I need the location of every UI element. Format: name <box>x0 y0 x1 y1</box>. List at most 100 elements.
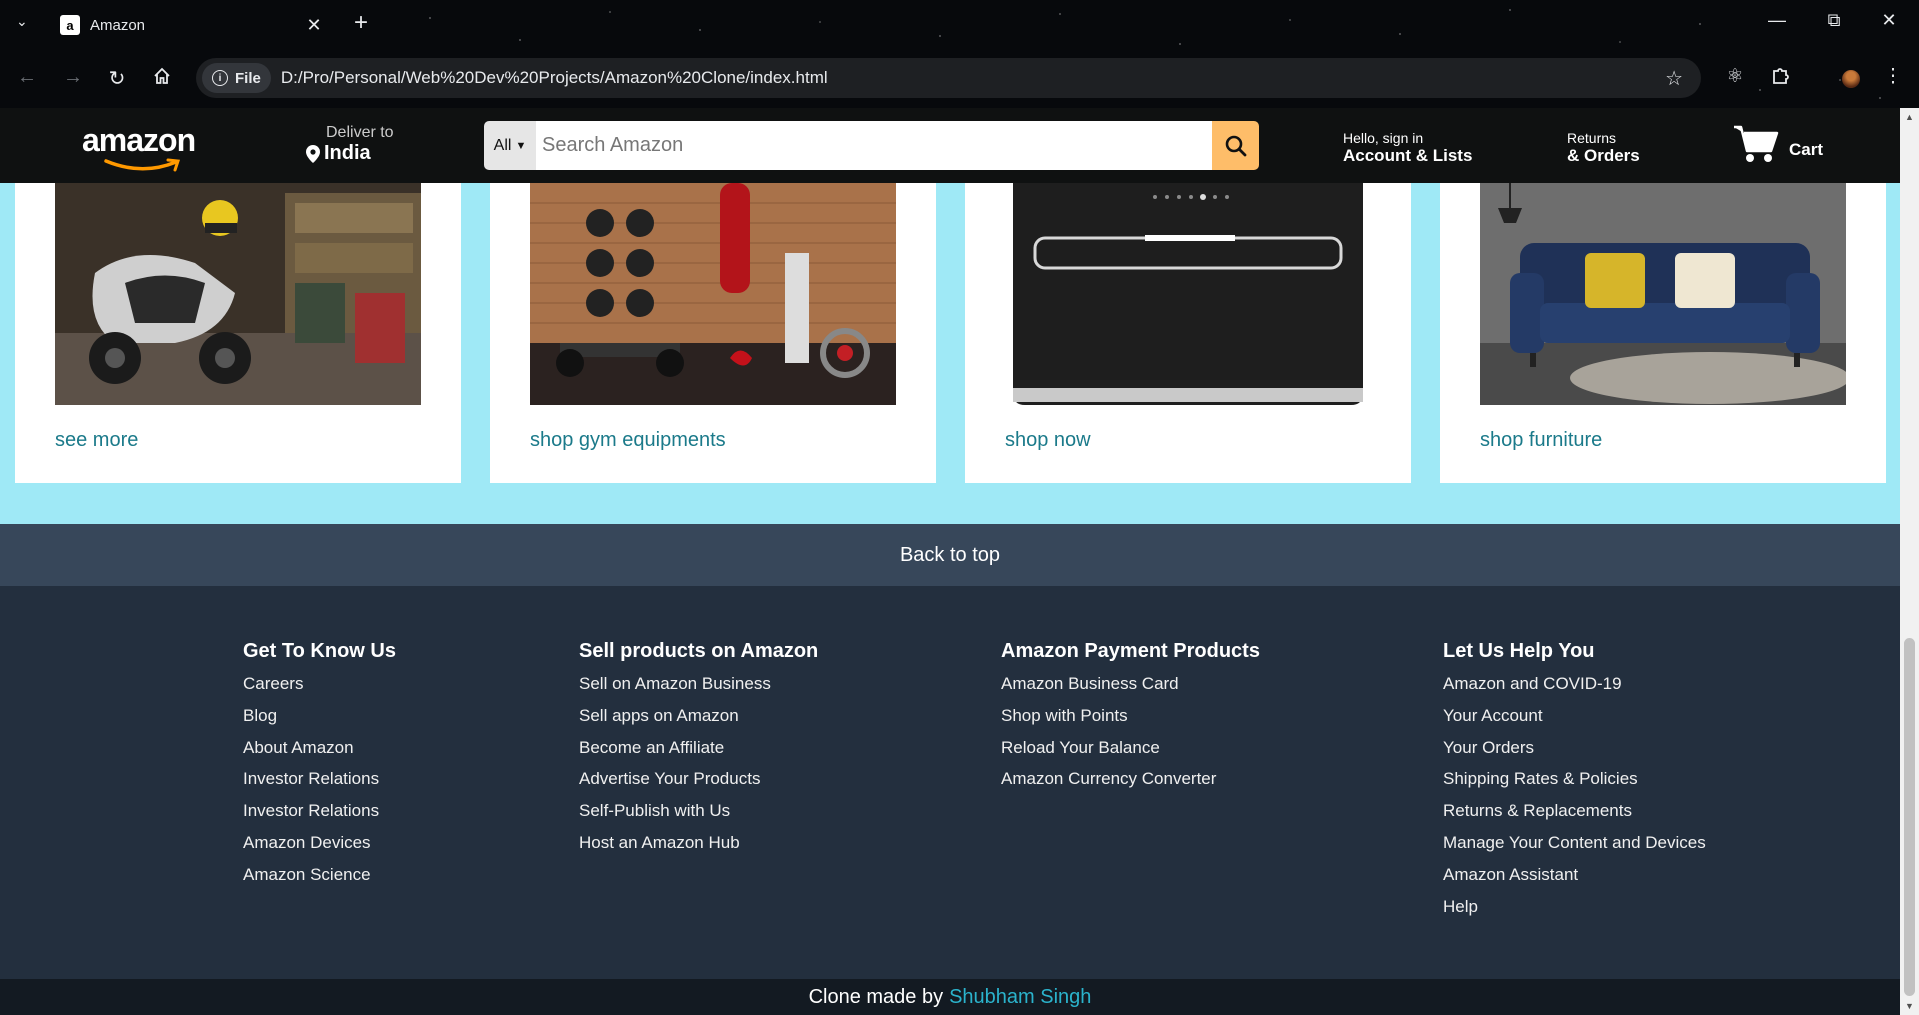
footer-link[interactable]: Your Account <box>1443 706 1706 738</box>
site-info-label: File <box>235 69 261 87</box>
browser-chrome: ⌄ a Amazon ✕ + — ⧉ ✕ ← → ↻ i File D:/Pro… <box>0 0 1919 108</box>
returns-orders[interactable]: Returns & Orders <box>1567 130 1640 166</box>
footer-link[interactable]: Blog <box>243 706 396 738</box>
footer-link[interactable]: Your Orders <box>1443 738 1706 770</box>
footer-link[interactable]: Amazon and COVID-19 <box>1443 674 1706 706</box>
footer-link[interactable]: Sell apps on Amazon <box>579 706 818 738</box>
card-link[interactable]: shop furniture <box>1480 429 1602 452</box>
back-to-top-button[interactable]: Back to top <box>0 524 1900 586</box>
deliver-label: Deliver to <box>326 124 394 141</box>
url-text[interactable]: D:/Pro/Personal/Web%20Dev%20Projects/Ama… <box>281 68 1665 88</box>
footer-link[interactable]: Shop with Points <box>1001 706 1260 738</box>
footer-link[interactable]: Become an Affiliate <box>579 738 818 770</box>
scroll-down-arrow-icon[interactable]: ▼ <box>1905 1001 1914 1011</box>
deliver-location: India <box>324 142 371 164</box>
tab-title: Amazon <box>90 16 146 34</box>
orders-label: & Orders <box>1567 146 1640 165</box>
new-tab-plus-icon[interactable]: + <box>354 9 368 37</box>
address-bar[interactable]: i File D:/Pro/Personal/Web%20Dev%20Proje… <box>196 58 1701 98</box>
profile-avatar[interactable] <box>1842 70 1860 88</box>
deliver-to[interactable]: Deliver to India <box>306 124 394 165</box>
account-greeting: Hello, sign in <box>1343 130 1424 146</box>
footer-link[interactable]: Careers <box>243 674 396 706</box>
product-card-ev: see more <box>15 183 461 483</box>
browser-menu-icon[interactable]: ⋮ <box>1878 65 1908 88</box>
forward-arrow-icon[interactable]: → <box>58 66 88 89</box>
footer: Get To Know Us Careers Blog About Amazon… <box>0 586 1900 979</box>
search-bar: All ▼ <box>484 121 1259 170</box>
extensions-puzzle-icon[interactable] <box>1766 65 1796 91</box>
react-devtools-icon[interactable]: ⚛ <box>1720 65 1750 88</box>
product-card-gym: shop gym equipments <box>490 183 936 483</box>
tab-search-chevron-icon[interactable]: ⌄ <box>16 13 28 30</box>
footer-link[interactable]: Reload Your Balance <box>1001 738 1260 770</box>
footer-column-sell-products: Sell products on Amazon Sell on Amazon B… <box>579 640 818 865</box>
amazon-favicon-icon: a <box>60 15 80 35</box>
footer-link[interactable]: About Amazon <box>243 738 396 770</box>
card-link[interactable]: shop gym equipments <box>530 429 726 452</box>
account-label: Account & Lists <box>1343 146 1473 165</box>
product-card-chimney: shop now <box>965 183 1411 483</box>
scroll-up-arrow-icon[interactable]: ▲ <box>1905 112 1914 122</box>
amazon-logo[interactable]: amazon <box>82 122 196 172</box>
reload-icon[interactable]: ↻ <box>102 66 132 91</box>
footer-link[interactable]: Self-Publish with Us <box>579 801 818 833</box>
search-input[interactable] <box>536 121 1212 170</box>
back-to-top-label: Back to top <box>899 543 1001 566</box>
credit-prefix: Clone made by <box>808 985 944 1008</box>
footer-column-help: Let Us Help You Amazon and COVID-19 Your… <box>1443 640 1706 928</box>
page-viewport: amazon Deliver to India All ▼ Search Ama… <box>0 108 1900 1015</box>
electric-scooter-image[interactable] <box>55 183 421 405</box>
toolbar: ← → ↻ i File D:/Pro/Personal/Web%20Dev%2… <box>0 56 1919 102</box>
footer-link[interactable]: Amazon Currency Converter <box>1001 769 1260 801</box>
footer-link[interactable]: Help <box>1443 897 1706 929</box>
cart-icon <box>1734 125 1779 162</box>
browser-tab[interactable]: a Amazon ✕ <box>48 8 338 42</box>
back-arrow-icon[interactable]: ← <box>12 66 42 89</box>
tab-close-icon[interactable]: ✕ <box>302 15 326 36</box>
search-button[interactable] <box>1212 121 1259 170</box>
footer-heading: Let Us Help You <box>1443 640 1595 662</box>
card-link[interactable]: see more <box>55 429 138 452</box>
bookmark-star-icon[interactable]: ☆ <box>1665 66 1683 91</box>
sofa-furniture-image[interactable] <box>1480 183 1846 405</box>
footer-link[interactable]: Shipping Rates & Policies <box>1443 769 1706 801</box>
credit-bar: Clone made by Shubham Singh <box>0 979 1900 1015</box>
search-icon <box>1225 135 1246 156</box>
credit-author-link[interactable]: Shubham Singh <box>949 986 1091 1009</box>
footer-link[interactable]: Manage Your Content and Devices <box>1443 833 1706 865</box>
page-scrollbar[interactable]: ▲ ▼ <box>1900 108 1919 1015</box>
footer-heading: Get To Know Us <box>243 640 396 662</box>
cart-button[interactable]: Cart <box>1733 124 1823 164</box>
logo-smile-icon <box>104 158 181 172</box>
window-close-icon[interactable]: ✕ <box>1866 10 1912 31</box>
product-card-furniture: shop furniture <box>1440 183 1886 483</box>
footer-link[interactable]: Investor Relations <box>243 801 396 833</box>
footer-heading: Sell products on Amazon <box>579 640 819 662</box>
account-lists[interactable]: Hello, sign in Account & Lists <box>1343 130 1472 166</box>
footer-link[interactable]: Host an Amazon Hub <box>579 833 818 865</box>
location-pin-icon <box>306 144 320 163</box>
scrollbar-thumb[interactable] <box>1904 638 1915 996</box>
minimize-icon[interactable]: — <box>1754 10 1800 31</box>
card-link[interactable]: shop now <box>1005 429 1091 452</box>
home-icon[interactable] <box>147 66 177 92</box>
footer-link[interactable]: Sell on Amazon Business <box>579 674 818 706</box>
kitchen-chimney-image[interactable] <box>1005 183 1371 405</box>
cart-label: Cart <box>1789 140 1824 159</box>
footer-link[interactable]: Amazon Business Card <box>1001 674 1260 706</box>
chevron-down-icon: ▼ <box>515 139 527 152</box>
footer-link[interactable]: Returns & Replacements <box>1443 801 1706 833</box>
footer-link[interactable]: Amazon Assistant <box>1443 865 1706 897</box>
footer-link[interactable]: Advertise Your Products <box>579 769 818 801</box>
returns-label: Returns <box>1567 130 1617 146</box>
restore-icon[interactable]: ⧉ <box>1811 10 1857 31</box>
gym-equipment-image[interactable] <box>530 183 896 405</box>
footer-heading: Amazon Payment Products <box>1001 640 1260 662</box>
search-category-select[interactable]: All ▼ <box>484 121 536 170</box>
footer-link[interactable]: Investor Relations <box>243 769 396 801</box>
footer-link[interactable]: Amazon Science <box>243 865 396 897</box>
site-info-chip[interactable]: i File <box>202 63 271 93</box>
footer-link[interactable]: Amazon Devices <box>243 833 396 865</box>
info-icon: i <box>212 70 228 86</box>
